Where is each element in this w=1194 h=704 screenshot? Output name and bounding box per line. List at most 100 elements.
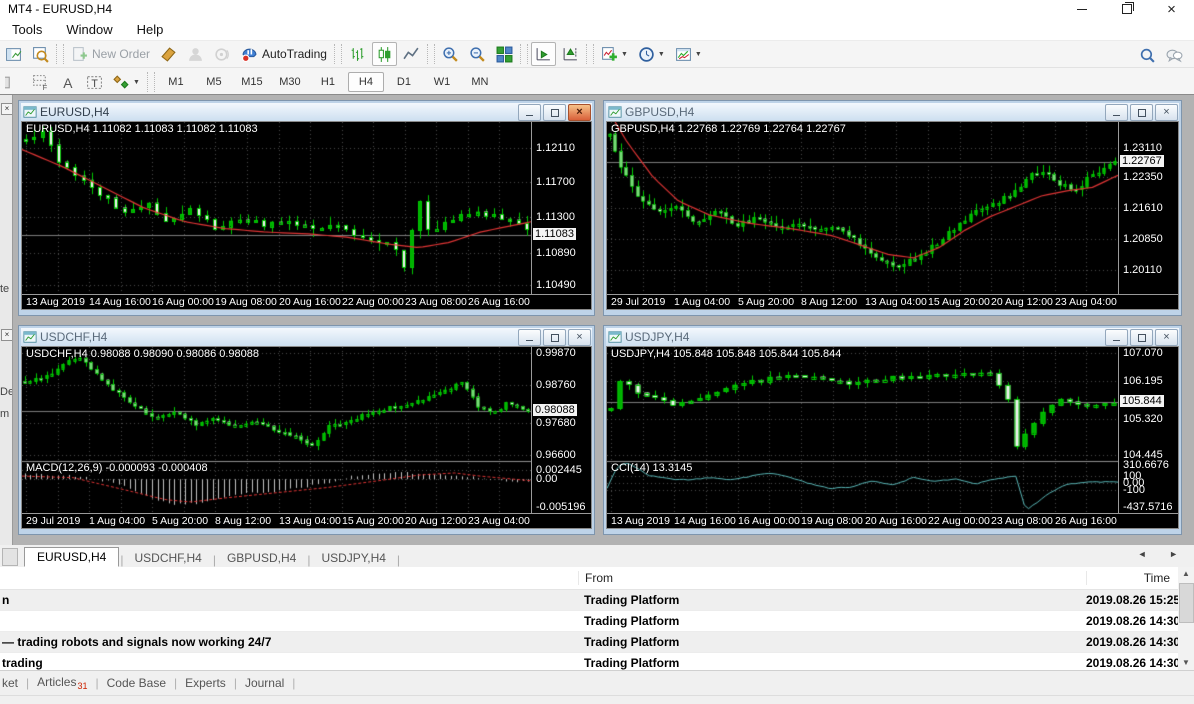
close-button[interactable]: × [1149, 0, 1194, 18]
chart-tab-usdchf[interactable]: USDCHF,H4 [124, 549, 211, 567]
price-scale[interactable]: 1.121101.117001.113001.108901.104901.110… [531, 122, 591, 294]
chart-shift-button[interactable] [558, 42, 583, 66]
timeframe-w1[interactable]: W1 [424, 72, 460, 92]
toggle-charts-panel-button[interactable] [1, 42, 26, 66]
periods-button[interactable]: ▼ [634, 42, 669, 66]
chart-tab-gbpusd[interactable]: GBPUSD,H4 [217, 549, 306, 567]
chevron-down-icon[interactable]: ▼ [621, 51, 628, 58]
chart-canvas[interactable] [22, 347, 531, 513]
chart-window-titlebar[interactable]: USDJPY,H4 × [606, 328, 1179, 346]
chart-plot-area[interactable]: USDJPY,H4 105.848 105.848 105.844 105.84… [606, 346, 1179, 529]
chart-window-titlebar[interactable]: GBPUSD,H4 × [606, 103, 1179, 121]
menu-window[interactable]: Window [54, 22, 124, 37]
chart-minimize-button[interactable] [1105, 104, 1128, 121]
terminal-tab-code-base[interactable]: Code Base [99, 676, 174, 690]
chart-plot-area[interactable]: USDCHF,H4 0.98088 0.98090 0.98086 0.9808… [21, 346, 592, 529]
chevron-down-icon[interactable]: ▼ [658, 51, 665, 58]
fibonacci-retracement-button[interactable]: F [28, 70, 53, 94]
line-chart-mode-button[interactable] [399, 42, 424, 66]
time-scale[interactable]: 13 Aug 201914 Aug 16:0016 Aug 00:0019 Au… [22, 294, 591, 309]
price-scale[interactable]: 107.070106.195105.320104.445105.844310.6… [1118, 347, 1178, 513]
terminal-header-row[interactable]: From Time [0, 567, 1194, 590]
panel-close-icon[interactable]: × [1, 103, 13, 115]
timeframe-h4[interactable]: H4 [348, 72, 384, 92]
zoom-out-button[interactable] [465, 42, 490, 66]
scrollbar-thumb[interactable] [1179, 583, 1194, 623]
expert-advisors-button[interactable] [183, 42, 208, 66]
chart-restore-button[interactable] [1130, 104, 1153, 121]
chart-ohlc-header: USDCHF,H4 0.98088 0.98090 0.98086 0.9808… [26, 348, 259, 360]
chart-minimize-button[interactable] [518, 329, 541, 346]
text-tool-button[interactable]: A [55, 70, 80, 94]
chart-restore-button[interactable] [543, 329, 566, 346]
chart-minimize-button[interactable] [1105, 329, 1128, 346]
chart-tab-eurusd[interactable]: EURUSD,H4 [24, 547, 119, 567]
chart-window-titlebar[interactable]: USDCHF,H4 × [21, 328, 592, 346]
chart-plot-area[interactable]: GBPUSD,H4 1.22768 1.22769 1.22764 1.2276… [606, 121, 1179, 310]
terminal-tab-journal[interactable]: Journal [237, 676, 292, 690]
sound-alerts-button[interactable] [210, 42, 235, 66]
data-window-button[interactable] [28, 42, 53, 66]
search-button[interactable] [1135, 43, 1160, 67]
chart-close-button[interactable]: × [568, 329, 591, 346]
terminal-tab-ket[interactable]: ket [0, 676, 26, 690]
price-tick-label: 106.195 [1123, 375, 1163, 387]
chart-canvas[interactable] [607, 122, 1118, 294]
templates-button[interactable]: ▼ [671, 42, 706, 66]
chart-minimize-button[interactable] [518, 104, 541, 121]
timeframe-d1[interactable]: D1 [386, 72, 422, 92]
terminal-scrollbar[interactable]: ▲ ▼ [1178, 567, 1194, 670]
chart-close-button[interactable]: × [568, 104, 591, 121]
news-row[interactable]: — trading robots and signals now working… [0, 632, 1194, 653]
chart-canvas[interactable] [607, 347, 1118, 513]
tab-scroll-arrows[interactable]: ◄ ► [1138, 549, 1188, 559]
terminal-tab-articles[interactable]: Articles31 [29, 675, 95, 691]
timeframe-m15[interactable]: M15 [234, 72, 270, 92]
arrows-tool-button[interactable]: ▼ [109, 70, 144, 94]
timeframe-mn[interactable]: MN [462, 72, 498, 92]
chart-close-button[interactable]: × [1155, 104, 1178, 121]
text-label-tool-button[interactable]: T [82, 70, 107, 94]
candlestick-mode-button[interactable] [372, 42, 397, 66]
restore-button[interactable] [1104, 0, 1149, 18]
chart-close-button[interactable]: × [1155, 329, 1178, 346]
timeframe-m5[interactable]: M5 [196, 72, 232, 92]
scroll-up-icon[interactable]: ▲ [1178, 567, 1194, 581]
chart-canvas[interactable] [22, 122, 531, 294]
chevron-down-icon[interactable]: ▼ [133, 79, 140, 86]
chevron-down-icon[interactable]: ▼ [695, 51, 702, 58]
terminal-tab-experts[interactable]: Experts [177, 676, 234, 690]
news-row[interactable]: nTrading Platform2019.08.26 15:25 [0, 590, 1194, 611]
new-order-button[interactable]: New Order [67, 42, 154, 66]
scroll-down-icon[interactable]: ▼ [1178, 656, 1194, 670]
community-chat-button[interactable] [1162, 43, 1187, 67]
time-scale[interactable]: 29 Jul 20191 Aug 04:005 Aug 20:008 Aug 1… [607, 294, 1178, 309]
auto-scroll-button[interactable] [531, 42, 556, 66]
metaeditor-button[interactable] [156, 42, 181, 66]
bar-chart-mode-button[interactable] [345, 42, 370, 66]
tile-windows-button[interactable] [492, 42, 517, 66]
news-row[interactable]: Trading Platform2019.08.26 14:30 [0, 611, 1194, 632]
indicators-list-button[interactable]: ▼ [597, 42, 632, 66]
timeframe-h1[interactable]: H1 [310, 72, 346, 92]
timeframe-m30[interactable]: M30 [272, 72, 308, 92]
menu-help[interactable]: Help [125, 22, 176, 37]
price-scale[interactable]: 0.998700.987600.976800.966000.980880.002… [531, 347, 591, 513]
window-titlebar[interactable]: MT4 - EURUSD,H4 × [0, 0, 1194, 18]
chart-restore-button[interactable] [1130, 329, 1153, 346]
autotrading-button[interactable]: AutoTrading [237, 42, 331, 66]
price-scale[interactable]: 1.231101.223501.216101.208501.201101.227… [1118, 122, 1178, 294]
timeframe-m1[interactable]: M1 [158, 72, 194, 92]
chart-plot-area[interactable]: EURUSD,H4 1.11082 1.11083 1.11082 1.1108… [21, 121, 592, 310]
time-scale[interactable]: 13 Aug 201914 Aug 16:0016 Aug 00:0019 Au… [607, 513, 1178, 528]
time-scale[interactable]: 29 Jul 20191 Aug 04:005 Aug 20:008 Aug 1… [22, 513, 591, 528]
chart-restore-button[interactable] [543, 104, 566, 121]
clipped-edge-tool-button[interactable] [1, 70, 26, 94]
zoom-in-button[interactable] [438, 42, 463, 66]
chart-window-titlebar[interactable]: EURUSD,H4 × [21, 103, 592, 121]
unread-count-badge: 31 [77, 681, 87, 691]
menu-tools[interactable]: Tools [0, 22, 54, 37]
panel-close-icon[interactable]: × [1, 329, 13, 341]
chart-tab-usdjpy[interactable]: USDJPY,H4 [311, 549, 395, 567]
minimize-button[interactable] [1059, 0, 1104, 18]
